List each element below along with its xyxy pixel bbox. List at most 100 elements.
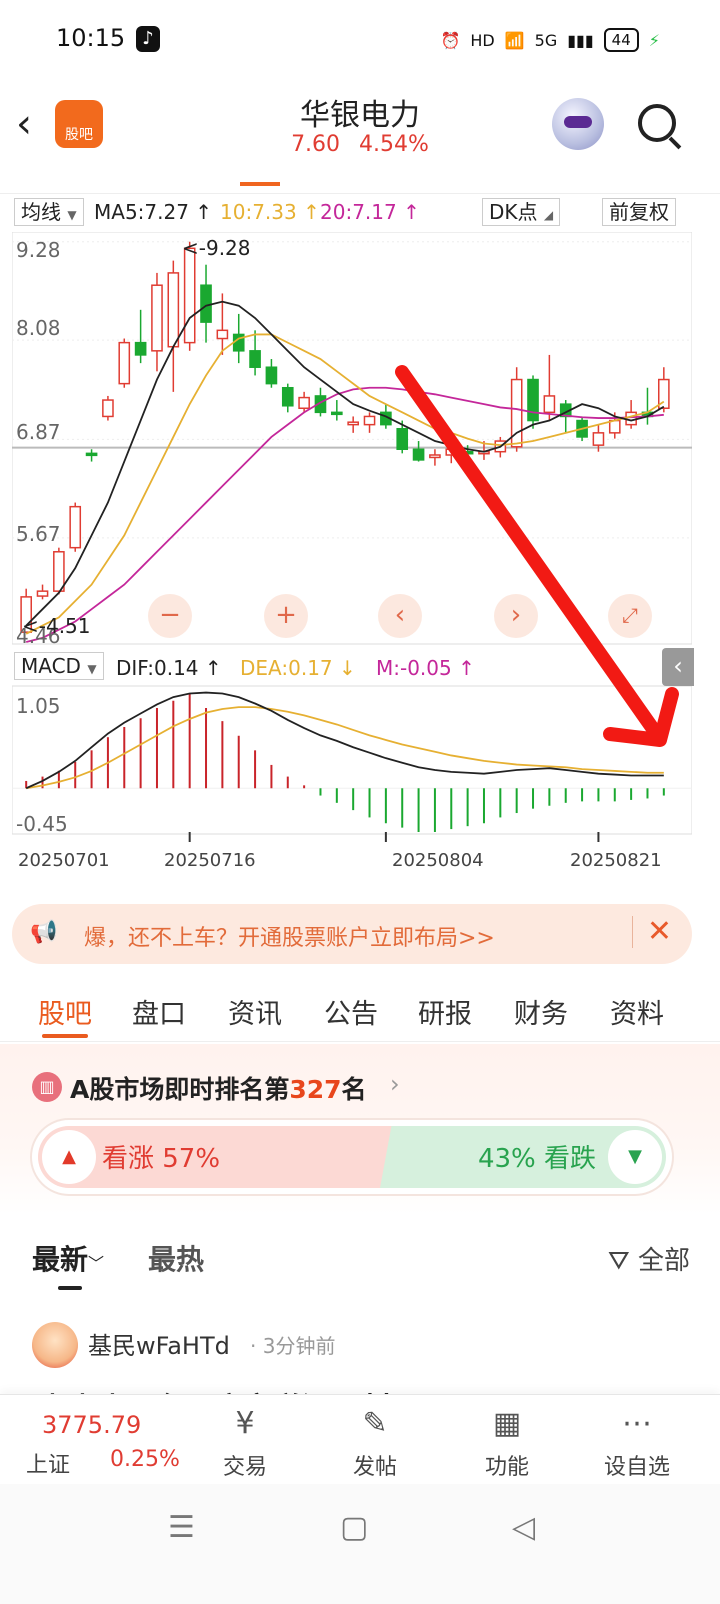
ma20-value: 20:7.17 ↑ xyxy=(320,200,420,224)
macd-tick: -0.45 xyxy=(16,812,68,836)
alarm-icon: ⏰ xyxy=(440,30,461,50)
tab-profile[interactable]: 资料 xyxy=(610,992,664,1031)
network-label: 5G xyxy=(534,30,558,50)
candle-body xyxy=(331,411,343,416)
dif-value: DIF:0.14 ↑ xyxy=(116,656,222,680)
expand-icon[interactable]: ⤢ xyxy=(608,594,652,638)
back-icon[interactable]: ◁ xyxy=(512,1510,535,1545)
tab-news[interactable]: 资讯 xyxy=(228,992,282,1031)
search-button[interactable] xyxy=(636,102,684,150)
index-value[interactable]: 3775.79 xyxy=(42,1411,141,1439)
menu-icon[interactable]: ☰ xyxy=(168,1510,195,1545)
dea-line xyxy=(26,706,664,790)
m-value: M:-0.05 ↑ xyxy=(376,656,475,680)
ad-banner[interactable]: 📢 爆，还不上车？开通股票账户立即布局>> ✕ xyxy=(12,904,692,964)
price-tick: 5.67 xyxy=(16,522,61,546)
side-panel-toggle[interactable]: ‹ xyxy=(662,648,694,686)
candle-body xyxy=(543,395,556,414)
date-tick: 20250701 xyxy=(18,850,110,871)
macd-tick: 1.05 xyxy=(16,694,61,718)
ma-select-label: 均线 xyxy=(21,200,61,224)
post-item[interactable]: 基民wFaHTd · 3分钟前 跌跌跌，今天这赛道没题材 xyxy=(0,1314,720,1427)
post-username[interactable]: 基民wFaHTd xyxy=(88,1326,230,1361)
tab-finance[interactable]: 财务 xyxy=(514,992,568,1031)
chevron-down-icon: ﹀ xyxy=(88,1254,105,1273)
zoom-out-button[interactable]: − xyxy=(148,594,192,638)
more-icon: ⋯ xyxy=(622,1406,652,1441)
tab-announcement[interactable]: 公告 xyxy=(324,992,378,1031)
home-icon[interactable]: ▢ xyxy=(340,1510,368,1545)
candle-body xyxy=(134,341,147,356)
tab-research[interactable]: 研报 xyxy=(418,992,472,1031)
tab-guba[interactable]: 股吧 xyxy=(38,992,92,1031)
nav-functions[interactable]: ▦ 功能 xyxy=(462,1403,552,1481)
feed-tab-indicator xyxy=(58,1286,82,1290)
charging-icon: ⚡ xyxy=(648,30,660,50)
candle-body xyxy=(625,411,637,426)
bottom-nav: 3775.79 上证 0.25% ¥ 交易 ✎ 发帖 ▦ 功能 ⋯ 设自选 xyxy=(0,1394,720,1484)
nav-post[interactable]: ✎ 发帖 xyxy=(330,1403,420,1481)
bull-arrow-icon[interactable]: ▲ xyxy=(42,1130,96,1184)
prev-button[interactable]: ‹ xyxy=(378,594,422,638)
zoom-in-button[interactable]: + xyxy=(264,594,308,638)
stock-quote: 7.60 4.54% xyxy=(0,132,720,157)
status-icons: ⏰ HD 📶 5G ▮▮▮ 44 ⚡ xyxy=(440,26,660,54)
ranking-section: ▥ A股市场即时排名第327名 › ▲ 看涨 57% 43% 看跌 ▼ xyxy=(0,1044,720,1214)
nav-post-label: 发帖 xyxy=(352,1455,397,1480)
ai-assistant-avatar[interactable] xyxy=(552,98,604,150)
megaphone-icon: 📢 xyxy=(30,920,58,945)
candle-body xyxy=(69,505,82,549)
market-rank[interactable]: A股市场即时排名第327名 xyxy=(70,1070,367,1106)
chevron-right-icon: › xyxy=(390,1070,400,1098)
candle-body xyxy=(200,284,212,323)
date-tick: 20250804 xyxy=(392,850,484,871)
dropdown-icon: ▼ xyxy=(67,208,77,222)
candle-body xyxy=(265,366,278,385)
candle-body xyxy=(396,427,409,451)
feed-latest-tab[interactable]: 最新﹀ xyxy=(32,1238,104,1278)
adjust-select[interactable]: 前复权 xyxy=(602,198,676,226)
feed-filter-button[interactable]: ⛛ 全部 xyxy=(608,1240,690,1277)
nav-functions-label: 功能 xyxy=(484,1455,529,1480)
date-tick: 20250821 xyxy=(570,850,662,871)
status-bar: 10:15 ♪ ⏰ HD 📶 5G ▮▮▮ 44 ⚡ xyxy=(0,0,720,80)
bear-label: 43% 看跌 xyxy=(477,1144,596,1174)
signal-icon: ▮▮▮ xyxy=(567,30,594,50)
tab-pankou[interactable]: 盘口 xyxy=(132,992,186,1031)
candle-body xyxy=(102,399,114,418)
avatar[interactable] xyxy=(32,1322,78,1368)
candle-body xyxy=(592,432,605,446)
price-tick: 9.28 xyxy=(16,238,61,262)
high-annotation: <-9.28 xyxy=(182,236,251,260)
macd-select[interactable]: MACD ▼ xyxy=(14,652,104,680)
next-button[interactable]: › xyxy=(494,594,538,638)
kline-chart[interactable]: 9.28 8.08 6.87 5.67 4.46 <-9.28 <-4.51 −… xyxy=(12,232,692,892)
ma5-value: MA5:7.27 ↑ xyxy=(94,200,213,224)
nav-add-watchlist[interactable]: ⋯ 设自选 xyxy=(592,1403,682,1481)
candle-body xyxy=(249,350,261,368)
bear-arrow-icon[interactable]: ▼ xyxy=(608,1130,662,1184)
dk-point-select[interactable]: DK点 ◢ xyxy=(482,198,561,226)
chart-canvas xyxy=(12,232,692,842)
low-annotation: <-4.51 xyxy=(22,614,91,638)
nav-trade[interactable]: ¥ 交易 xyxy=(200,1403,290,1481)
candle-body xyxy=(36,590,49,597)
edit-icon: ✎ xyxy=(362,1406,388,1441)
stock-price: 7.60 xyxy=(291,132,341,157)
ad-close-button[interactable]: ✕ xyxy=(631,916,672,948)
system-nav: ☰ ▢ ◁ xyxy=(0,1484,720,1604)
tab-indicator xyxy=(42,1034,88,1038)
ma-select[interactable]: 均线 ▼ xyxy=(14,198,84,226)
ad-text: 爆，还不上车？开通股票账户立即布局>> xyxy=(84,926,495,951)
price-tick: 8.08 xyxy=(16,316,61,340)
candle-body xyxy=(363,415,376,426)
wifi-icon: 📶 xyxy=(504,30,525,50)
feed-hot-tab[interactable]: 最热 xyxy=(148,1238,204,1278)
grid-icon: ▦ xyxy=(492,1406,522,1441)
stock-change-pct: 4.54% xyxy=(359,132,429,157)
sentiment-bar: ▲ 看涨 57% 43% 看跌 ▼ xyxy=(32,1120,672,1194)
filter-icon: ⛛ xyxy=(607,1246,630,1276)
candle-body xyxy=(167,272,180,348)
candle-body xyxy=(118,341,131,385)
candle-body xyxy=(183,247,196,344)
